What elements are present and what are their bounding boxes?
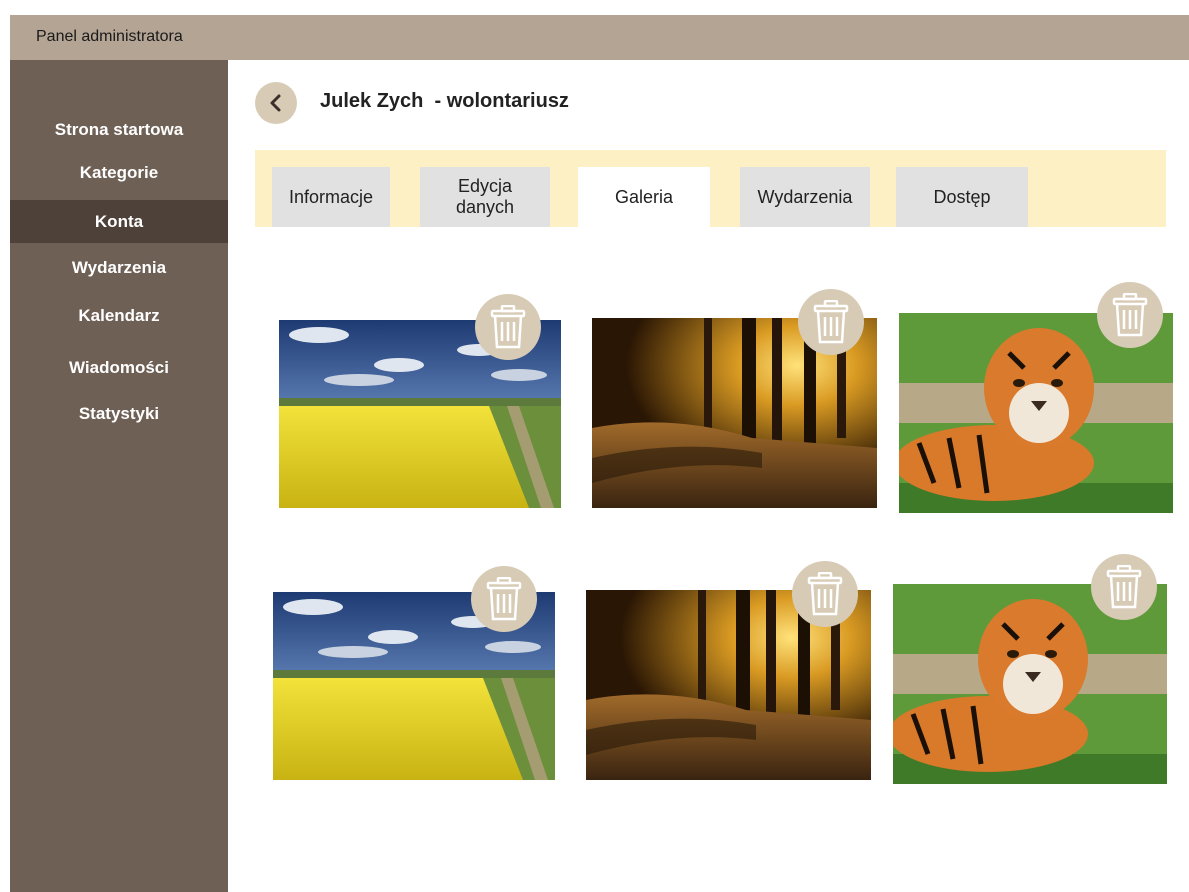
tab-bar: Informacje Edycja danych Galeria Wydarze…: [255, 150, 1166, 227]
sidebar-item-wydarzenia[interactable]: Wydarzenia: [10, 258, 228, 278]
sidebar: Strona startowa Kategorie Konta Wydarzen…: [10, 60, 228, 892]
app-title: Panel administratora: [36, 28, 183, 45]
tab-wydarzenia[interactable]: Wydarzenia: [740, 167, 870, 227]
delete-photo-button[interactable]: [798, 289, 864, 355]
page-title: Julek Zych - wolontariusz: [320, 90, 569, 112]
delete-photo-button[interactable]: [1091, 554, 1157, 620]
sidebar-item-kalendarz[interactable]: Kalendarz: [10, 306, 228, 326]
tab-dostep[interactable]: Dostęp: [896, 167, 1028, 227]
sidebar-item-statystyki[interactable]: Statystyki: [10, 404, 228, 424]
sidebar-item-wiadomosci[interactable]: Wiadomości: [10, 358, 228, 378]
top-bar: Panel administratora: [10, 15, 1189, 60]
tab-edycja-danych[interactable]: Edycja danych: [420, 167, 550, 227]
sidebar-item-kategorie[interactable]: Kategorie: [10, 163, 228, 183]
trash-icon: [1106, 565, 1142, 609]
trash-icon: [813, 300, 849, 344]
sidebar-item-konta[interactable]: Konta: [10, 200, 228, 243]
back-button[interactable]: [255, 82, 297, 124]
trash-icon: [490, 305, 526, 349]
chevron-left-icon: [270, 94, 281, 112]
delete-photo-button[interactable]: [475, 294, 541, 360]
delete-photo-button[interactable]: [792, 561, 858, 627]
trash-icon: [1112, 293, 1148, 337]
delete-photo-button[interactable]: [471, 566, 537, 632]
delete-photo-button[interactable]: [1097, 282, 1163, 348]
trash-icon: [486, 577, 522, 621]
tab-galeria[interactable]: Galeria: [578, 167, 710, 227]
trash-icon: [807, 572, 843, 616]
tab-informacje[interactable]: Informacje: [272, 167, 390, 227]
sidebar-item-strona-startowa[interactable]: Strona startowa: [10, 120, 228, 140]
